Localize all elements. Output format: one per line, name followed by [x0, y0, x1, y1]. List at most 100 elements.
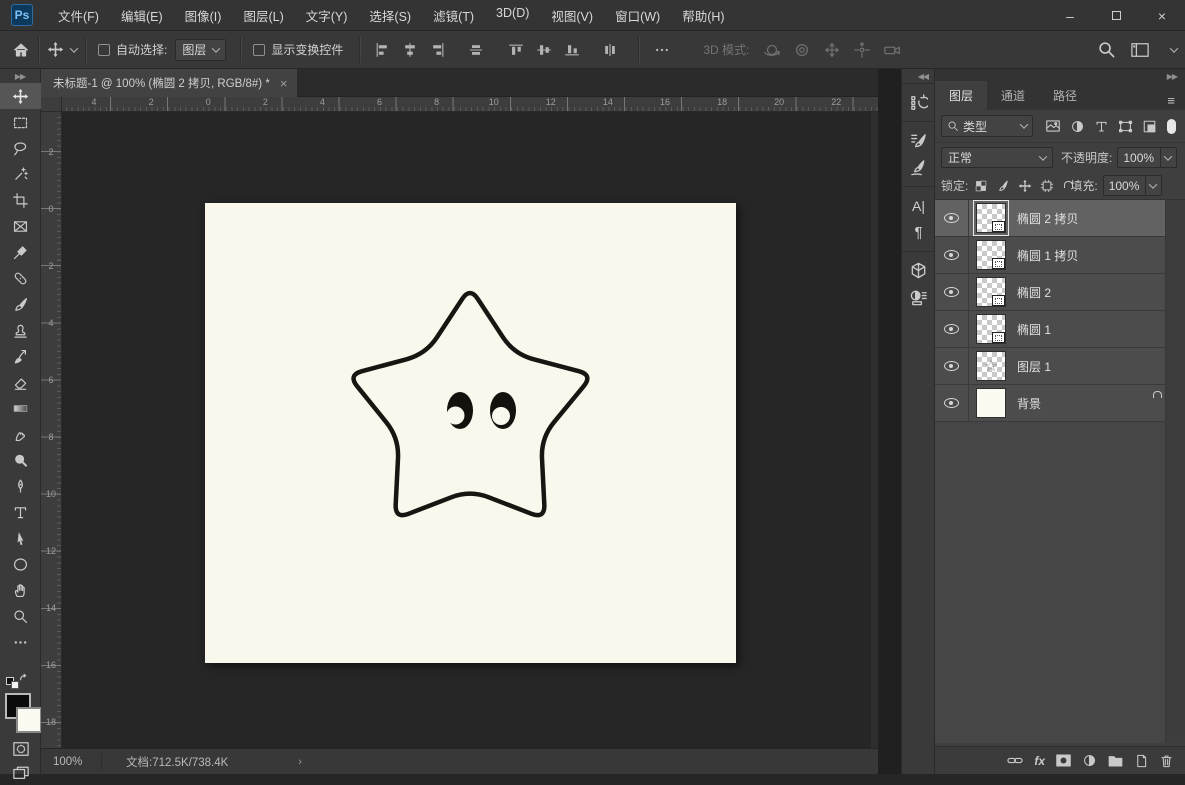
- path-selection-tool[interactable]: [0, 525, 41, 551]
- history-icon[interactable]: [902, 89, 935, 116]
- group-folder-icon[interactable]: [1107, 753, 1124, 768]
- menu-item[interactable]: 3D(D): [485, 0, 540, 31]
- blend-mode-dropdown[interactable]: 正常: [941, 147, 1053, 168]
- fill-field[interactable]: 100%: [1102, 175, 1163, 196]
- filter-smart-objects-icon[interactable]: [1142, 119, 1157, 134]
- visibility-toggle[interactable]: [935, 385, 969, 421]
- layer-row[interactable]: 椭圆 2: [935, 274, 1165, 311]
- zoom-tool[interactable]: [0, 603, 41, 629]
- align-center-h-icon[interactable]: [402, 42, 418, 58]
- delete-layer-trash-icon[interactable]: [1159, 753, 1174, 769]
- auto-select-checkbox[interactable]: [98, 43, 110, 56]
- layer-row[interactable]: ☆ 图层 1: [935, 348, 1165, 385]
- spot-healing-tool[interactable]: [0, 265, 41, 291]
- clone-stamp-tool[interactable]: [0, 317, 41, 343]
- layer-list-scrollbar-gutter[interactable]: [1165, 200, 1185, 743]
- zoom-level-field[interactable]: 100%: [41, 756, 101, 768]
- panel-menu-icon[interactable]: ≡: [1167, 94, 1175, 107]
- visibility-toggle[interactable]: [935, 311, 969, 347]
- adjustment-layer-icon[interactable]: [1082, 753, 1097, 768]
- document-tab[interactable]: 未标题-1 @ 100% (椭圆 2 拷贝, RGB/8#) * ×: [41, 69, 298, 97]
- layer-name[interactable]: 背景: [1017, 395, 1041, 412]
- screen-mode-icon[interactable]: [0, 761, 41, 785]
- menu-item[interactable]: 选择(S): [358, 0, 422, 31]
- background-color-swatch[interactable]: [16, 707, 42, 733]
- 3d-icon[interactable]: [902, 257, 935, 284]
- lasso-tool[interactable]: [0, 135, 41, 161]
- layer-row[interactable]: 椭圆 1: [935, 311, 1165, 348]
- layer-thumbnail[interactable]: [976, 277, 1006, 307]
- align-top-icon[interactable]: [508, 42, 524, 58]
- visibility-toggle[interactable]: [935, 237, 969, 273]
- filter-type-dropdown[interactable]: 类型: [941, 115, 1033, 137]
- menu-item[interactable]: 图像(I): [174, 0, 233, 31]
- hand-tool[interactable]: [0, 577, 41, 603]
- opacity-field[interactable]: 100%: [1117, 147, 1178, 168]
- dock-expand-icon[interactable]: ◀◀: [902, 69, 934, 83]
- brush-settings-icon[interactable]: [902, 127, 935, 154]
- layer-thumbnail[interactable]: ☆: [976, 351, 1006, 381]
- move-tool-option-icon[interactable]: [47, 41, 79, 58]
- layer-thumbnail[interactable]: [973, 200, 1009, 236]
- magic-wand-tool[interactable]: [0, 161, 41, 187]
- menu-item[interactable]: 文件(F): [47, 0, 110, 31]
- search-icon[interactable]: [1097, 40, 1116, 59]
- quick-mask-icon[interactable]: [0, 737, 41, 761]
- layer-thumbnail[interactable]: [976, 314, 1006, 344]
- layer-name[interactable]: 椭圆 2 拷贝: [1017, 210, 1078, 227]
- layer-thumbnail[interactable]: [976, 388, 1006, 418]
- menu-item[interactable]: 图层(L): [232, 0, 294, 31]
- lock-pixels-icon[interactable]: [996, 179, 1010, 193]
- status-chevron-icon[interactable]: ›: [298, 756, 302, 768]
- tab-layers[interactable]: 图层: [935, 81, 988, 110]
- workspace-chevron-icon[interactable]: [1169, 43, 1179, 53]
- visibility-toggle[interactable]: [935, 200, 969, 236]
- close-button[interactable]: ×: [1139, 0, 1185, 31]
- smudge-tool[interactable]: [0, 421, 41, 447]
- filter-shape-layers-icon[interactable]: [1118, 119, 1133, 134]
- visibility-toggle[interactable]: [935, 274, 969, 310]
- layer-row[interactable]: 椭圆 1 拷贝: [935, 237, 1165, 274]
- dodge-tool[interactable]: [0, 447, 41, 473]
- rectangular-marquee-tool[interactable]: [0, 109, 41, 135]
- distribute-v-icon[interactable]: [602, 42, 618, 58]
- eraser-tool[interactable]: [0, 369, 41, 395]
- layer-name[interactable]: 椭圆 1 拷贝: [1017, 247, 1078, 264]
- align-left-icon[interactable]: [374, 42, 390, 58]
- lock-transparent-icon[interactable]: [974, 179, 988, 193]
- 3d-materials-icon[interactable]: [902, 284, 935, 311]
- move-tool[interactable]: [0, 83, 41, 109]
- character-icon[interactable]: A|: [902, 192, 935, 219]
- align-middle-icon[interactable]: [536, 42, 552, 58]
- brushes-icon[interactable]: [902, 154, 935, 181]
- menu-item[interactable]: 帮助(H): [671, 0, 735, 31]
- eyedropper-tool[interactable]: [0, 239, 41, 265]
- history-brush-tool[interactable]: [0, 343, 41, 369]
- align-right-icon[interactable]: [430, 42, 446, 58]
- align-bottom-icon[interactable]: [564, 42, 580, 58]
- maximize-button[interactable]: [1093, 0, 1139, 31]
- frame-tool[interactable]: [0, 213, 41, 239]
- layer-mask-icon[interactable]: [1055, 753, 1072, 768]
- tab-paths[interactable]: 路径: [1039, 81, 1091, 110]
- new-layer-icon[interactable]: [1134, 753, 1149, 769]
- minimize-button[interactable]: –: [1047, 0, 1093, 31]
- tab-channels[interactable]: 通道: [987, 81, 1039, 110]
- menu-item[interactable]: 编辑(E): [110, 0, 174, 31]
- vertical-scrollbar[interactable]: [870, 112, 878, 748]
- layer-row[interactable]: 背景: [935, 385, 1165, 422]
- canvas-view[interactable]: [62, 112, 878, 748]
- brush-tool[interactable]: [0, 291, 41, 317]
- layer-row[interactable]: 椭圆 2 拷贝: [935, 200, 1165, 237]
- lock-position-icon[interactable]: [1018, 179, 1032, 193]
- filter-type-layers-icon[interactable]: [1094, 119, 1109, 134]
- home-icon[interactable]: [12, 41, 30, 59]
- lock-artboard-icon[interactable]: [1040, 179, 1054, 193]
- menu-item[interactable]: 视图(V): [540, 0, 604, 31]
- filter-adjustment-layers-icon[interactable]: [1070, 119, 1085, 134]
- layer-thumbnail[interactable]: [976, 240, 1006, 270]
- auto-select-dropdown[interactable]: 图层: [175, 38, 227, 61]
- gradient-tool[interactable]: [0, 395, 41, 421]
- toolbar-collapse-icon[interactable]: ▶▶: [0, 69, 40, 83]
- menu-item[interactable]: 文字(Y): [295, 0, 359, 31]
